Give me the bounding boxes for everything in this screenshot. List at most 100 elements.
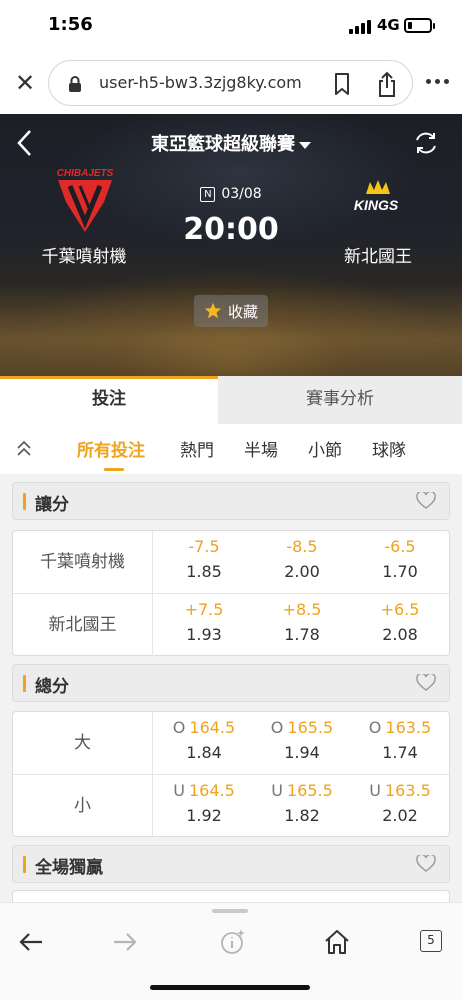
odds-row: 千葉噴射機 -7.5 1.85 -8.5 2.00 -6.5 1.70 [13, 531, 449, 593]
subtab-half[interactable]: 半場 [244, 436, 278, 461]
total-line: 164.5 [189, 718, 236, 737]
odds-price: 1.84 [186, 743, 222, 762]
section-accent-bar [23, 493, 26, 510]
odds-price: 2.08 [382, 625, 418, 644]
odds-cell[interactable]: +7.5 1.93 [155, 594, 253, 656]
market-header-moneyline[interactable]: 全場獨贏 [12, 845, 450, 883]
subtab-team[interactable]: 球隊 [372, 436, 406, 461]
total-line: 165.5 [286, 781, 333, 800]
odds-row: 大 O 164.5 1.84 O 165.5 1.94 O 163.5 1.74 [13, 712, 449, 774]
match-time: 20:00 [183, 212, 279, 247]
row-label: 小 [13, 775, 153, 837]
favorite-button[interactable]: 收藏 [194, 295, 268, 327]
status-bar: 1:56 4G [0, 0, 462, 52]
browser-bar: ✕ user-h5-bw3.3zjg8ky.com [0, 52, 462, 114]
over-prefix: O [270, 718, 284, 737]
forward-arrow-icon[interactable] [110, 927, 140, 957]
status-time: 1:56 [48, 14, 93, 35]
lock-icon [69, 76, 81, 92]
market-title: 總分 [35, 677, 69, 697]
bookmark-icon[interactable] [331, 72, 353, 96]
back-arrow-icon[interactable] [16, 927, 46, 957]
collapse-all-icon[interactable] [14, 439, 34, 459]
under-prefix: U [369, 781, 381, 800]
odds-cell[interactable]: +6.5 2.08 [351, 594, 449, 656]
market-title: 全場獨贏 [35, 858, 103, 878]
row-label: 新北國王 [13, 594, 153, 656]
handicap-line: -6.5 [384, 537, 416, 556]
odds-cell[interactable]: +8.5 1.78 [253, 594, 351, 656]
tabs-count-icon[interactable]: 5 [420, 930, 442, 952]
odds-price: 1.74 [382, 743, 418, 762]
info-sparkle-icon[interactable] [218, 927, 248, 957]
address-bar[interactable]: user-h5-bw3.3zjg8ky.com [48, 60, 413, 106]
odds-cell[interactable]: O 163.5 1.74 [351, 712, 449, 774]
market-header-handicap[interactable]: 讓分 [12, 482, 450, 520]
market-odds-handicap: 千葉噴射機 -7.5 1.85 -8.5 2.00 -6.5 1.70 新北國王… [12, 530, 450, 656]
odds-cell[interactable]: U 164.5 1.92 [155, 775, 253, 837]
battery-icon [404, 18, 435, 33]
odds-price: 1.78 [284, 625, 320, 644]
odds-price: 1.94 [284, 743, 320, 762]
league-selector[interactable]: 東亞籃球超級聯賽 [0, 130, 462, 156]
tab-analysis[interactable]: 賽事分析 [218, 376, 462, 424]
star-icon [204, 302, 222, 319]
odds-price: 1.70 [382, 562, 418, 581]
market-header-totals[interactable]: 總分 [12, 664, 450, 702]
odds-price: 1.92 [186, 806, 222, 825]
odds-cell[interactable]: O 165.5 1.94 [253, 712, 351, 774]
league-title: 東亞籃球超級聯賽 [151, 134, 295, 155]
over-prefix: O [368, 718, 382, 737]
odds-row: 小 U 164.5 1.92 U 165.5 1.82 U 163.5 2.02 [13, 774, 449, 837]
browser-toolbar: 5 [0, 902, 462, 1000]
tab-betting[interactable]: 投注 [0, 376, 218, 424]
n-badge-icon: N [200, 187, 216, 202]
handicap-line: +6.5 [380, 600, 420, 619]
market-title: 讓分 [35, 495, 69, 515]
heart-icon[interactable] [416, 492, 436, 510]
home-icon[interactable] [322, 927, 352, 957]
total-line: 163.5 [385, 718, 432, 737]
under-prefix: U [173, 781, 185, 800]
heart-icon[interactable] [416, 855, 436, 873]
row-label: 千葉噴射機 [13, 531, 153, 593]
match-date-row: N 03/08 [0, 186, 462, 202]
odds-row: 新北國王 +7.5 1.93 +8.5 1.78 +6.5 2.08 [13, 593, 449, 656]
subtab-all[interactable]: 所有投注 [77, 436, 145, 461]
market-odds-totals: 大 O 164.5 1.84 O 165.5 1.94 O 163.5 1.74 小 … [12, 711, 450, 837]
odds-price: 1.82 [284, 806, 320, 825]
match-banner: 東亞籃球超級聯賽 CHIBAJETS 千葉噴射機 KINGS 新北國王 N 03/… [0, 114, 462, 376]
close-icon[interactable]: ✕ [12, 70, 38, 96]
total-line: 163.5 [384, 781, 431, 800]
handicap-line: -8.5 [286, 537, 318, 556]
total-line: 165.5 [287, 718, 334, 737]
sheet-handle[interactable] [212, 909, 248, 913]
home-indicator [150, 985, 310, 990]
odds-cell[interactable]: -6.5 1.70 [351, 531, 449, 593]
share-icon[interactable] [375, 70, 399, 98]
main-tabs: 投注 賽事分析 [0, 376, 462, 424]
heart-icon[interactable] [416, 674, 436, 692]
favorite-label: 收藏 [228, 303, 259, 321]
odds-cell[interactable]: O 164.5 1.84 [155, 712, 253, 774]
sub-tabs: 所有投注 熱門 半場 小節 球隊 [0, 424, 462, 474]
section-accent-bar [23, 856, 26, 873]
handicap-line: +7.5 [184, 600, 224, 619]
handicap-line: +8.5 [282, 600, 322, 619]
more-options-icon[interactable] [426, 79, 450, 87]
caret-down-icon [299, 141, 311, 149]
odds-price: 1.93 [186, 625, 222, 644]
odds-cell[interactable]: U 163.5 2.02 [351, 775, 449, 837]
odds-cell[interactable]: -8.5 2.00 [253, 531, 351, 593]
subtab-popular[interactable]: 熱門 [180, 436, 214, 461]
row-label: 大 [13, 712, 153, 774]
refresh-icon[interactable] [413, 130, 439, 156]
handicap-line: -7.5 [188, 537, 220, 556]
odds-price: 1.85 [186, 562, 222, 581]
match-date: 03/08 [221, 186, 262, 202]
subtab-quarter[interactable]: 小節 [308, 436, 342, 461]
under-prefix: U [271, 781, 283, 800]
network-label: 4G [377, 16, 400, 34]
odds-cell[interactable]: -7.5 1.85 [155, 531, 253, 593]
odds-cell[interactable]: U 165.5 1.82 [253, 775, 351, 837]
